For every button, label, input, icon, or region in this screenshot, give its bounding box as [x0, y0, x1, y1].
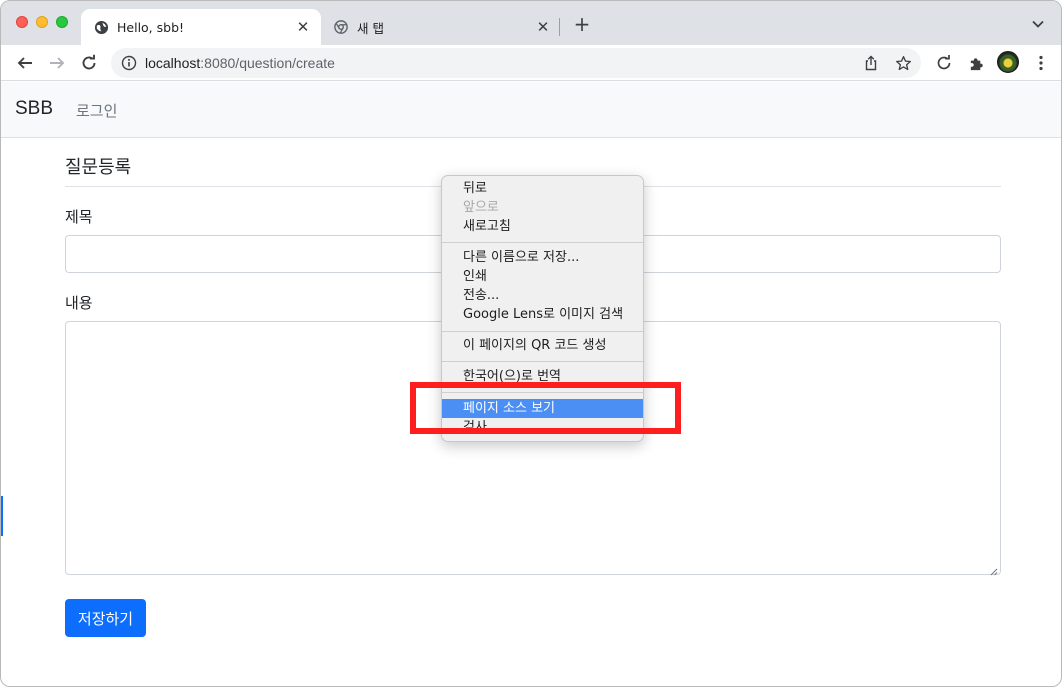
forward-arrow-icon[interactable] [46, 52, 68, 74]
resize-grip-icon[interactable] [990, 564, 998, 576]
ctx-back[interactable]: 뒤로 [442, 179, 643, 198]
site-navbar: SBB 로그인 [1, 82, 1061, 138]
ctx-separator [442, 361, 643, 362]
ctx-separator [442, 242, 643, 243]
back-arrow-icon[interactable] [14, 52, 36, 74]
tab-strip: Hello, sbb! ✕ 새 탭 ✕ + [1, 1, 1061, 45]
reload-icon[interactable] [78, 52, 100, 74]
tab-hello-sbb[interactable]: Hello, sbb! ✕ [81, 9, 321, 45]
subject-label: 제목 [65, 208, 93, 226]
page-title: 질문등록 [65, 157, 132, 178]
save-button[interactable]: 저장하기 [65, 599, 146, 637]
new-tab-icon[interactable]: + [573, 14, 591, 34]
share-icon[interactable] [861, 53, 881, 73]
more-menu-icon[interactable] [1030, 52, 1052, 74]
brand-link[interactable]: SBB [15, 98, 53, 120]
ctx-forward: 앞으로 [463, 200, 499, 215]
ctx-qr-code[interactable]: 이 페이지의 QR 코드 생성 [442, 336, 643, 355]
ctx-google-lens[interactable]: Google Lens로 이미지 검색 [442, 305, 643, 324]
content-label: 내용 [65, 294, 93, 312]
maximize-window-button[interactable] [56, 16, 68, 28]
ctx-print[interactable]: 인쇄 [442, 267, 643, 286]
browser-window: Hello, sbb! ✕ 새 탭 ✕ + localhost:8080/que… [0, 0, 1062, 687]
close-window-button[interactable] [16, 16, 28, 28]
globe-icon [93, 19, 109, 35]
info-icon[interactable] [121, 55, 137, 71]
profile-avatar[interactable] [997, 51, 1019, 73]
url-text: localhost:8080/question/create [145, 55, 335, 71]
url-host: localhost [145, 55, 201, 71]
tab-new-tab[interactable]: 새 탭 ✕ [321, 9, 561, 45]
login-link[interactable]: 로그인 [76, 100, 117, 121]
extensions-puzzle-icon[interactable] [965, 52, 987, 74]
ctx-send[interactable]: 전송... [442, 286, 643, 305]
ctx-save-as[interactable]: 다른 이름으로 저장... [442, 248, 643, 267]
tab-title: 새 탭 [357, 20, 384, 36]
browser-toolbar: localhost:8080/question/create [1, 45, 1061, 81]
refresh-extension-icon[interactable] [933, 52, 955, 74]
chevron-down-icon[interactable] [1031, 17, 1045, 31]
url-path: :8080/question/create [200, 55, 335, 71]
close-icon[interactable]: ✕ [535, 18, 551, 36]
tab-title: Hello, sbb! [117, 19, 185, 35]
bookmark-star-icon[interactable] [893, 53, 913, 73]
scroll-indicator [1, 496, 3, 536]
ctx-reload[interactable]: 새로고침 [442, 217, 643, 236]
minimize-window-button[interactable] [36, 16, 48, 28]
tab-divider [559, 18, 560, 36]
chrome-icon [333, 19, 349, 35]
address-bar[interactable]: localhost:8080/question/create [111, 48, 921, 78]
highlight-annotation-box [410, 382, 681, 434]
ctx-separator [442, 331, 643, 332]
close-icon[interactable]: ✕ [295, 18, 311, 36]
